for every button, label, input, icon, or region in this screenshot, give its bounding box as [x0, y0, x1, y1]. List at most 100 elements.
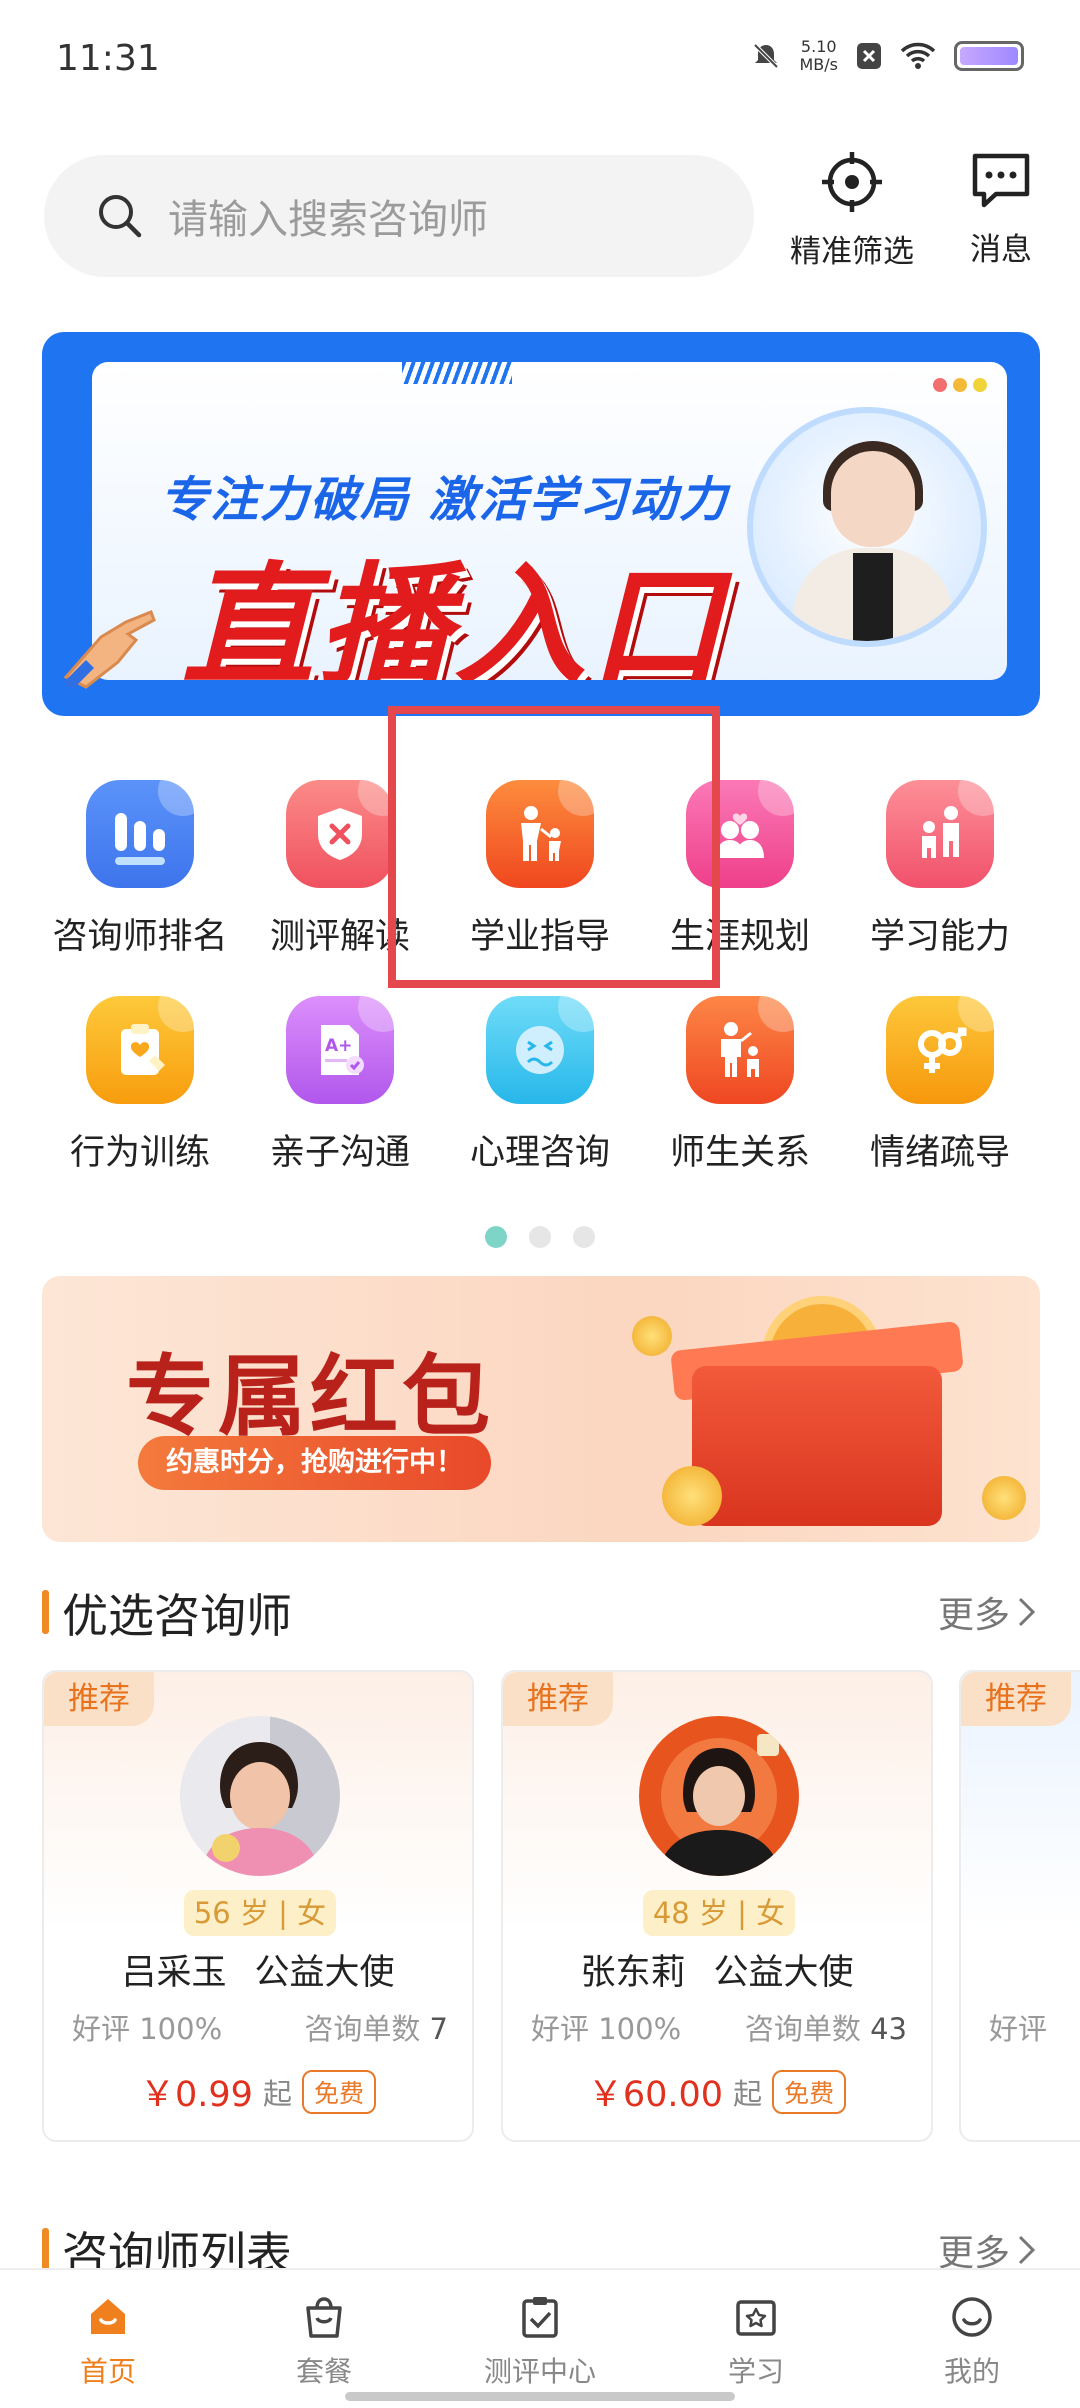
- pager-dot[interactable]: [573, 1226, 595, 1248]
- counselor-stats: 好评 100% 咨询单数 7: [72, 2006, 448, 2048]
- category-pager: [0, 1226, 1080, 1248]
- live-entry-banner[interactable]: 专注力破局 激活学习动力 直播入口: [42, 332, 1040, 716]
- price-from: 起: [262, 2076, 292, 2111]
- status-icons: 5.10 MB/s: [751, 38, 1024, 74]
- chevron-right-icon: [1018, 1597, 1036, 1627]
- highlight-annotation-box: [388, 706, 720, 988]
- price-line: ￥0.99 起 免费: [44, 2066, 472, 2117]
- nav-home[interactable]: 首页: [0, 2270, 216, 2408]
- nav-label: 首页: [79, 2355, 136, 2388]
- coin-icon: [662, 1466, 722, 1526]
- price-line: ￥60.00 起 免费: [503, 2066, 931, 2117]
- category-behavior-training[interactable]: 行为训练: [40, 996, 240, 1175]
- status-bar: 11:31 5.10 MB/s: [0, 0, 1080, 120]
- wifi-icon: [900, 42, 936, 69]
- counselor-stats: 好评: [989, 2006, 1047, 2048]
- orders-count: 43: [870, 2012, 907, 2046]
- orders-count: 7: [429, 2012, 448, 2046]
- featured-counselor-list: 推荐 56 岁 | 女 吕采玉 公益大使 好评 100% 咨询单数 7 ￥0.99…: [0, 1670, 1080, 2150]
- pointing-hand-icon: [63, 610, 156, 690]
- search-input[interactable]: 请输入搜索咨询师: [44, 155, 754, 277]
- chevron-right-icon: [1018, 2235, 1036, 2265]
- chat-bubble-icon: [972, 153, 1030, 208]
- category-learning-ability[interactable]: 学习能力: [840, 780, 1040, 959]
- counselor-role: 公益大使: [713, 1953, 854, 1993]
- price-from: 起: [733, 2076, 763, 2111]
- featured-counselors-header: 优选咨询师 更多: [42, 1580, 1038, 1643]
- category-row-2: 行为训练 A+ 亲子沟通 心理咨询 师生关系 情绪疏导: [0, 996, 1080, 1196]
- counselor-card-partial[interactable]: 推荐 好评: [959, 1670, 1080, 2142]
- pager-dot-active[interactable]: [485, 1226, 507, 1248]
- counselor-stats: 好评 100% 咨询单数 43: [531, 2006, 907, 2048]
- featured-more-link[interactable]: 更多: [938, 1586, 1038, 1638]
- banner-stripes: [402, 362, 512, 384]
- price: ￥60.00: [587, 2075, 724, 2115]
- rating: 好评: [989, 2012, 1048, 2046]
- orders: 咨询单数 7: [304, 2006, 448, 2048]
- nav-assessment-center[interactable]: 测评中心: [432, 2270, 648, 2408]
- counselor-name-line: 吕采玉 公益大使: [44, 1944, 472, 1995]
- presenter-photo: [747, 407, 987, 647]
- nav-packages[interactable]: 套餐: [216, 2270, 432, 2408]
- shield-x-icon: [286, 780, 394, 888]
- category-psychological-counseling[interactable]: 心理咨询: [440, 996, 640, 1175]
- family-icon: [886, 780, 994, 888]
- price: ￥0.99: [140, 2075, 253, 2115]
- nav-label: 学习: [727, 2355, 784, 2388]
- counselor-role: 公益大使: [254, 1953, 395, 1993]
- sad-face-icon: [486, 996, 594, 1104]
- precise-filter-button[interactable]: 精准筛选: [790, 150, 914, 271]
- category-parent-child-communication[interactable]: A+ 亲子沟通: [240, 996, 440, 1175]
- nav-learning[interactable]: 学习: [648, 2270, 864, 2408]
- document-grade-icon: A+: [286, 996, 394, 1104]
- category-label: 学习能力: [869, 917, 1010, 957]
- red-packet-banner[interactable]: 专属红包 约惠时分，抢购进行中！: [42, 1276, 1040, 1542]
- more-label: 更多: [937, 1595, 1010, 1636]
- category-label: 咨询师排名: [52, 917, 228, 957]
- home-icon: [91, 2299, 125, 2334]
- free-badge: 免费: [772, 2069, 847, 2114]
- coin-icon: [982, 1476, 1026, 1520]
- rating: 好评 100%: [72, 2012, 223, 2046]
- category-label: 心理咨询: [469, 1133, 610, 1173]
- nav-label: 套餐: [295, 2355, 352, 2388]
- nav-profile[interactable]: 我的: [864, 2270, 1080, 2408]
- orders: 咨询单数 43: [745, 2006, 907, 2048]
- avatar: [639, 1716, 799, 1876]
- category-label: 行为训练: [69, 1133, 210, 1173]
- gender-icon: [886, 996, 994, 1104]
- free-badge: 免费: [301, 2069, 376, 2114]
- recommend-tag: 推荐: [503, 1672, 613, 1726]
- category-label: 情绪疏导: [869, 1133, 1010, 1173]
- category-teacher-student-relations[interactable]: 师生关系: [640, 996, 840, 1175]
- status-time: 11:31: [56, 38, 160, 79]
- nav-label: 测评中心: [483, 2355, 596, 2388]
- banner-card: 专注力破局 激活学习动力 直播入口: [92, 362, 1007, 680]
- age-gender-badge: 56 岁 | 女: [184, 1890, 336, 1936]
- message-label: 消息: [970, 232, 1032, 268]
- section-accent-bar: [42, 1590, 49, 1634]
- clipboard-check-icon: [522, 2297, 558, 2338]
- section-accent-bar: [42, 2228, 49, 2272]
- counselor-card[interactable]: 推荐 56 岁 | 女 吕采玉 公益大使 好评 100% 咨询单数 7 ￥0.99…: [42, 1670, 474, 2142]
- counselor-name: 张东莉: [580, 1953, 686, 1993]
- counselor-card[interactable]: 推荐 48 岁 | 女 张东莉 公益大使 好评 100% 咨询单数 43 ￥60.…: [501, 1670, 933, 2142]
- mute-bell-icon: [754, 43, 779, 69]
- search-icon: [99, 195, 142, 238]
- category-emotional-guidance[interactable]: 情绪疏导: [840, 996, 1040, 1175]
- category-counselor-ranking[interactable]: 咨询师排名: [40, 780, 240, 959]
- category-label: 师生关系: [669, 1133, 810, 1173]
- coin-icon: [632, 1316, 672, 1356]
- recommend-tag: 推荐: [44, 1672, 154, 1726]
- banner-window-dots: [933, 378, 987, 392]
- bar-chart-icon: [86, 780, 194, 888]
- message-button[interactable]: 消息: [970, 150, 1032, 269]
- smiley-icon: [952, 2297, 992, 2337]
- age-gender-badge: 48 岁 | 女: [643, 1890, 795, 1936]
- pager-dot[interactable]: [529, 1226, 551, 1248]
- clipboard-heart-icon: [86, 996, 194, 1104]
- speed-value: 5.10: [800, 37, 837, 56]
- star-box-icon: [736, 2300, 776, 2336]
- teacher-student-icon: [686, 996, 794, 1104]
- home-indicator[interactable]: [345, 2392, 735, 2401]
